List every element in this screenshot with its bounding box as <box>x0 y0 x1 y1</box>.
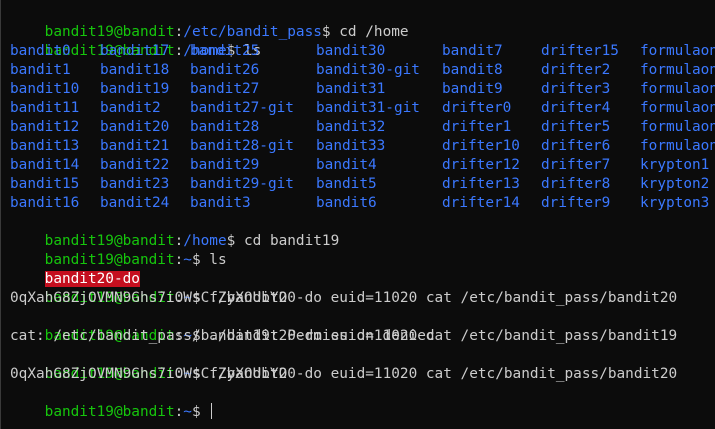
directory-entry: bandit15 <box>10 176 80 192</box>
directory-entry: bandit13 <box>10 138 80 154</box>
directory-entry: bandit27 <box>190 81 260 97</box>
directory-entry: bandit20 <box>100 119 170 135</box>
ls-output-row: bandit12 bandit20 bandit28 bandit32 drifter1… <box>1 118 715 137</box>
prompt-user-host: bandit19@bandit <box>44 404 175 420</box>
directory-entry: bandit9 <box>442 81 503 97</box>
prompt-line-cd-home: bandit19@bandit:/etc/bandit_pass$ cd /ho… <box>10 4 409 40</box>
directory-entry: drifter9 <box>541 195 611 211</box>
ls-output-row: bandit0 bandit17 bandit25 bandit30 bandit7 dr… <box>1 42 715 61</box>
directory-entry: drifter14 <box>442 195 520 211</box>
directory-entry: drifter7 <box>541 157 611 173</box>
directory-entry: bandit4 <box>316 157 377 173</box>
directory-entry: formulaon <box>640 62 715 78</box>
prompt-line-ls-bandit19: bandit19@bandit:~$ ls <box>10 232 227 268</box>
prompt-path: ~ <box>183 252 192 268</box>
directory-entry: bandit16 <box>10 195 80 211</box>
directory-entry: bandit7 <box>442 43 503 59</box>
directory-entry: bandit31 <box>316 81 386 97</box>
directory-entry: bandit32 <box>316 119 386 135</box>
ls-output-row: bandit14 bandit22 bandit29 bandit4 drifter12… <box>1 156 715 175</box>
prompt-line-ls-home: bandit19@bandit:/home$ ls <box>10 23 262 59</box>
directory-entry: bandit1 <box>10 62 71 78</box>
directory-entry: drifter15 <box>541 43 619 59</box>
directory-entry: krypton3 <box>640 195 710 211</box>
prompt-line-run1: bandit19@bandit:~$ ./bandit20-do euid=11… <box>10 270 678 306</box>
directory-entry: drifter10 <box>442 138 520 154</box>
command-text: ls <box>209 252 227 268</box>
prompt-line-current[interactable]: bandit19@bandit:~$ <box>10 384 213 420</box>
directory-entry: bandit17 <box>100 43 170 59</box>
directory-entry: bandit26 <box>190 62 260 78</box>
ls-output-line: bandit20-do <box>10 251 140 287</box>
directory-entry: formulaon <box>640 81 715 97</box>
directory-entry: bandit8 <box>442 62 503 78</box>
prompt-dollar: $ <box>321 24 340 40</box>
directory-entry: drifter13 <box>442 176 520 192</box>
directory-entry: bandit24 <box>100 195 170 211</box>
directory-entry: krypton1 <box>640 157 710 173</box>
prompt-dollar: $ <box>191 252 210 268</box>
directory-entry: bandit14 <box>10 157 80 173</box>
command-text: cd /home <box>339 24 409 40</box>
terminal-window[interactable]: bandit19@bandit:/etc/bandit_pass$ cd /ho… <box>0 0 715 429</box>
directory-entry: formulaon <box>640 138 715 154</box>
command-error-line: cat: /etc/bandit_pass/bandit19: Permissi… <box>10 328 435 344</box>
directory-entry: bandit27-git <box>190 100 294 116</box>
directory-entry: bandit28 <box>190 119 260 135</box>
directory-entry: bandit6 <box>316 195 377 211</box>
ls-output-row: bandit13 bandit21 bandit28-git bandit33 drif… <box>1 137 715 156</box>
ls-output-row: bandit15 bandit23 bandit29-git bandit5 drift… <box>1 175 715 194</box>
directory-entry: bandit0 <box>10 43 71 59</box>
ls-output-row: bandit11 bandit2 bandit27-git bandit31-git d… <box>1 99 715 118</box>
command-text: cd bandit19 <box>243 233 340 249</box>
command-output-line: 0qXahG8ZjOVMN9Ghs7iOWsCfZyXOUbYO <box>10 290 288 306</box>
prompt-line-run2: bandit19@bandit:~$ ./bandit20-do euid=11… <box>10 308 678 344</box>
prompt-dollar: $ <box>191 404 210 420</box>
directory-entry: drifter5 <box>541 119 611 135</box>
directory-entry: bandit25 <box>190 43 260 59</box>
directory-entry: bandit11 <box>10 100 80 116</box>
directory-entry: bandit30-git <box>316 62 420 78</box>
directory-entry: bandit31-git <box>316 100 420 116</box>
directory-entry: krypton2 <box>640 176 710 192</box>
directory-entry: bandit33 <box>316 138 386 154</box>
directory-entry: bandit23 <box>100 176 170 192</box>
directory-entry: drifter6 <box>541 138 611 154</box>
directory-entry: bandit29 <box>190 157 260 173</box>
ls-output-row: bandit10 bandit19 bandit27 bandit31 bandit9 d… <box>1 80 715 99</box>
directory-entry: drifter8 <box>541 176 611 192</box>
directory-entry: drifter3 <box>541 81 611 97</box>
directory-entry: bandit22 <box>100 157 170 173</box>
directory-entry: drifter4 <box>541 100 611 116</box>
prompt-line-cd-bandit19: bandit19@bandit:/home$ cd bandit19 <box>10 213 340 249</box>
directory-entry: formulaon <box>640 100 715 116</box>
directory-entry: bandit5 <box>316 176 377 192</box>
prompt-dollar: $ <box>226 233 244 249</box>
prompt-colon: : <box>174 252 184 268</box>
directory-entry: drifter12 <box>442 157 520 173</box>
text-cursor[interactable] <box>211 403 213 419</box>
directory-entry: drifter2 <box>541 62 611 78</box>
directory-entry: bandit12 <box>10 119 80 135</box>
directory-entry: bandit2 <box>100 100 161 116</box>
directory-entry: bandit30 <box>316 43 386 59</box>
ls-output-row: bandit16 bandit24 bandit3 bandit6 drifter14 d… <box>1 194 715 213</box>
directory-entry: bandit28-git <box>190 138 294 154</box>
prompt-line-run3: bandit19@bandit:~$ ./bandit20-do euid=11… <box>10 346 678 382</box>
directory-entry: bandit29-git <box>190 176 294 192</box>
directory-entry: formulaon <box>640 119 715 135</box>
prompt-colon: : <box>174 404 184 420</box>
directory-entry: formulaon <box>640 43 715 59</box>
directory-entry: drifter1 <box>442 119 512 135</box>
directory-entry: bandit3 <box>190 195 251 211</box>
command-output-line: 0qXahG8ZjOVMN9Ghs7iOWsCfZyXOUbYO <box>10 366 288 382</box>
directory-entry: drifter0 <box>442 100 512 116</box>
prompt-path: ~ <box>183 404 192 420</box>
ls-output-row: bandit1 bandit18 bandit26 bandit30-git bandi… <box>1 61 715 80</box>
directory-entry: bandit18 <box>100 62 170 78</box>
directory-entry: bandit21 <box>100 138 170 154</box>
directory-entry: bandit19 <box>100 81 170 97</box>
directory-entry: bandit10 <box>10 81 80 97</box>
